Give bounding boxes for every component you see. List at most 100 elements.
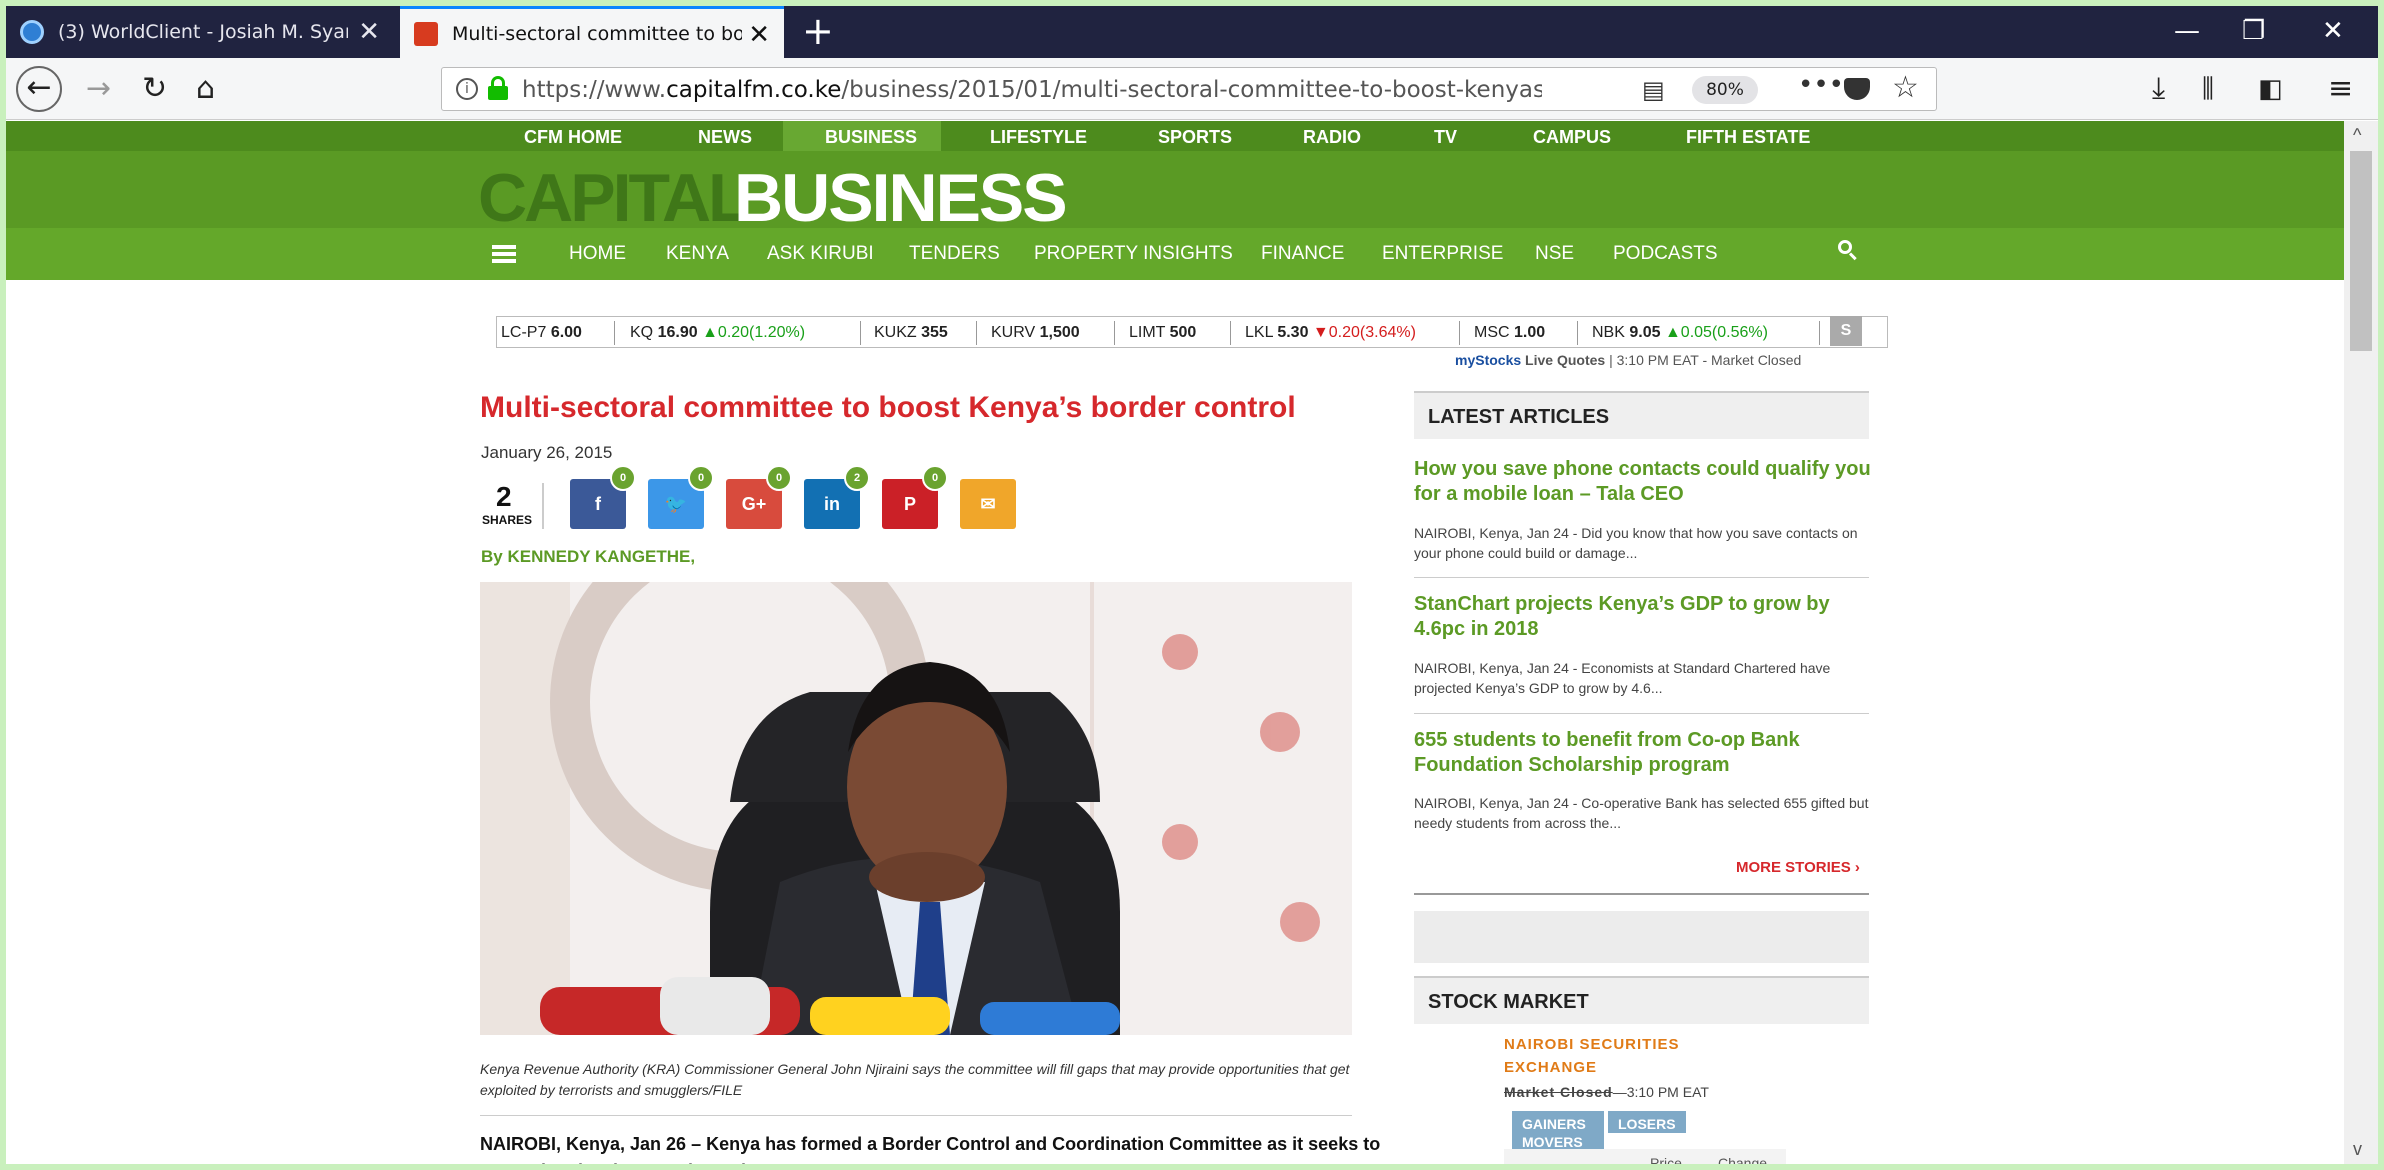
tab-gainers-movers[interactable]: GAINERS MOVERS: [1512, 1111, 1604, 1151]
tab-title: (3) WorldClient - Josiah M. Syar: [58, 21, 348, 43]
latest-article-link[interactable]: How you save phone contacts could qualif…: [1414, 457, 1874, 507]
latest-articles-heading: LATEST ARTICLES: [1414, 391, 1869, 439]
share-count: 2: [496, 481, 512, 512]
forward-button[interactable]: →: [86, 69, 111, 109]
scroll-down-icon[interactable]: v: [2353, 1139, 2362, 1160]
tab-losers[interactable]: LOSERS: [1608, 1111, 1686, 1133]
ticker-item[interactable]: MSC 1.00: [1474, 324, 1545, 342]
subnav-ask-kirubi[interactable]: ASK KIRUBI: [767, 243, 874, 265]
hamburger-menu-icon[interactable]: ≡: [2328, 69, 2353, 109]
ticker-item[interactable]: KURV 1,500: [991, 324, 1080, 342]
url-bar[interactable]: i https://www.capitalfm.co.ke/business/2…: [441, 67, 1937, 111]
share-count-badge: 0: [610, 465, 636, 491]
site-logo-capital[interactable]: CAPITAL: [478, 159, 750, 237]
share-count-badge: 0: [688, 465, 714, 491]
lock-icon[interactable]: [488, 76, 508, 100]
nav-fifth-estate[interactable]: FIFTH ESTATE: [1686, 127, 1810, 148]
ticker-item[interactable]: KUKZ 355: [874, 324, 948, 342]
email-share-button[interactable]: ✉: [960, 479, 1016, 529]
page-scrollbar[interactable]: ^ v: [2344, 121, 2378, 1164]
nav-business[interactable]: BUSINESS: [825, 127, 917, 148]
menu-icon[interactable]: [492, 245, 516, 263]
nav-tv[interactable]: TV: [1434, 127, 1457, 148]
googleplus-share-button[interactable]: G+ 0: [726, 465, 792, 529]
close-tab-icon[interactable]: ✕: [358, 17, 380, 47]
photo-caption: Kenya Revenue Authority (KRA) Commission…: [480, 1061, 1350, 1098]
subnav-enterprise[interactable]: ENTERPRISE: [1382, 243, 1503, 265]
subnav-podcasts[interactable]: PODCASTS: [1613, 243, 1718, 265]
minimize-icon[interactable]: —: [2174, 16, 2200, 46]
nav-news[interactable]: NEWS: [698, 127, 752, 148]
subnav-kenya[interactable]: KENYA: [666, 243, 729, 265]
search-icon[interactable]: [1838, 240, 1858, 261]
info-icon[interactable]: i: [456, 78, 478, 100]
close-window-icon[interactable]: ✕: [2322, 16, 2344, 46]
section-nav: HOME KENYA ASK KIRUBI TENDERS PROPERTY I…: [6, 228, 2344, 280]
ticker-item[interactable]: NBK 9.05 ▲0.05(0.56%): [1592, 324, 1768, 342]
url-text[interactable]: https://www.capitalfm.co.ke/business/201…: [522, 77, 1542, 103]
latest-article-summary: NAIROBI, Kenya, Jan 24 - Economists at S…: [1414, 660, 1831, 696]
twitter-share-button[interactable]: 🐦 0: [648, 465, 714, 529]
close-tab-icon[interactable]: ✕: [748, 20, 770, 50]
subnav-finance[interactable]: FINANCE: [1261, 243, 1344, 265]
nav-campus[interactable]: CAMPUS: [1533, 127, 1611, 148]
latest-article-summary: NAIROBI, Kenya, Jan 24 - Did you know th…: [1414, 525, 1858, 561]
facebook-share-button[interactable]: f 0: [570, 465, 636, 529]
nav-lifestyle[interactable]: LIFESTYLE: [990, 127, 1087, 148]
ticker-item[interactable]: LC-P7 6.00: [501, 324, 582, 342]
nav-sports[interactable]: SPORTS: [1158, 127, 1232, 148]
zoom-level-badge[interactable]: 80%: [1692, 76, 1758, 104]
reader-view-icon[interactable]: ▤: [1642, 76, 1665, 104]
ticker-item[interactable]: KQ 16.90 ▲0.20(1.20%): [630, 324, 805, 342]
more-stories-link[interactable]: MORE STORIES ›: [1736, 859, 1860, 876]
linkedin-share-button[interactable]: in 2: [804, 465, 870, 529]
pocket-icon[interactable]: [1844, 78, 1870, 100]
home-button[interactable]: ⌂: [196, 69, 215, 109]
nav-radio[interactable]: RADIO: [1303, 127, 1361, 148]
subnav-nse[interactable]: NSE: [1535, 243, 1574, 265]
ticker-item[interactable]: LKL 5.30 ▼0.20(3.64%): [1245, 324, 1416, 342]
pinterest-share-button[interactable]: P 0: [882, 465, 948, 529]
capitalfm-favicon-icon: [414, 21, 438, 46]
article-byline[interactable]: By KENNEDY KANGETHE,: [481, 547, 695, 567]
mystocks-credit[interactable]: myStocks Live Quotes | 3:10 PM EAT - Mar…: [1455, 352, 1801, 368]
bookmark-star-icon[interactable]: ☆: [1892, 70, 1919, 105]
back-button[interactable]: ←: [16, 66, 62, 112]
browser-window: (3) WorldClient - Josiah M. Syar ✕ Multi…: [6, 6, 2378, 1164]
library-icon[interactable]: ⫼: [2202, 69, 2214, 109]
stock-table-header: Price Change: [1504, 1149, 1786, 1164]
new-tab-button[interactable]: +: [802, 12, 834, 50]
tab-strip: (3) WorldClient - Josiah M. Syar ✕ Multi…: [6, 6, 2378, 58]
article-date: January 26, 2015: [481, 443, 613, 462]
subnav-property-insights[interactable]: PROPERTY INSIGHTS: [1034, 243, 1233, 265]
web-page: CFM HOME NEWS BUSINESS LIFESTYLE SPORTS …: [6, 121, 2344, 1164]
envelope-icon: ✉: [980, 494, 996, 514]
ticker-settings-button[interactable]: S: [1830, 316, 1862, 346]
scroll-up-icon[interactable]: ^: [2353, 125, 2361, 146]
article-lede: NAIROBI, Kenya, Jan 26 – Kenya has forme…: [480, 1134, 1381, 1164]
latest-article-link[interactable]: 655 students to benefit from Co-op Bank …: [1414, 728, 1874, 778]
facebook-icon: f: [595, 494, 601, 514]
nse-title: NAIROBI SECURITIES EXCHANGE: [1504, 1036, 1680, 1076]
site-logo-business[interactable]: BUSINESS: [734, 159, 1068, 237]
sidebar-toggle-icon[interactable]: ◧: [2258, 69, 2283, 109]
stock-ticker: LC-P7 6.00 KQ 16.90 ▲0.20(1.20%) KUKZ 35…: [496, 316, 1888, 348]
tab-worldclient[interactable]: (3) WorldClient - Josiah M. Syar ✕: [6, 6, 394, 58]
ticker-item[interactable]: LIMT 500: [1129, 324, 1196, 342]
tab-capitalfm[interactable]: Multi-sectoral committee to bo ✕: [400, 6, 784, 58]
scrollbar-thumb[interactable]: [2350, 151, 2372, 351]
subnav-tenders[interactable]: TENDERS: [909, 243, 1000, 265]
nav-cfm-home[interactable]: CFM HOME: [524, 127, 622, 148]
reload-button[interactable]: ↻: [142, 69, 167, 109]
subnav-home[interactable]: HOME: [569, 243, 626, 265]
restore-icon[interactable]: ❐: [2242, 16, 2265, 46]
tab-title: Multi-sectoral committee to bo: [452, 22, 742, 45]
article-headline: Multi-sectoral committee to boost Kenya’…: [480, 391, 1296, 424]
downloads-icon[interactable]: ⤓: [2152, 69, 2165, 109]
stock-market-heading: STOCK MARKET: [1414, 976, 1869, 1024]
page-actions-icon[interactable]: •••: [1798, 70, 1844, 100]
latest-article-link[interactable]: StanChart projects Kenya’s GDP to grow b…: [1414, 592, 1874, 642]
googleplus-icon: G+: [741, 494, 767, 514]
linkedin-icon: in: [824, 494, 840, 514]
kra-commissioner-photo: [480, 582, 1352, 1035]
